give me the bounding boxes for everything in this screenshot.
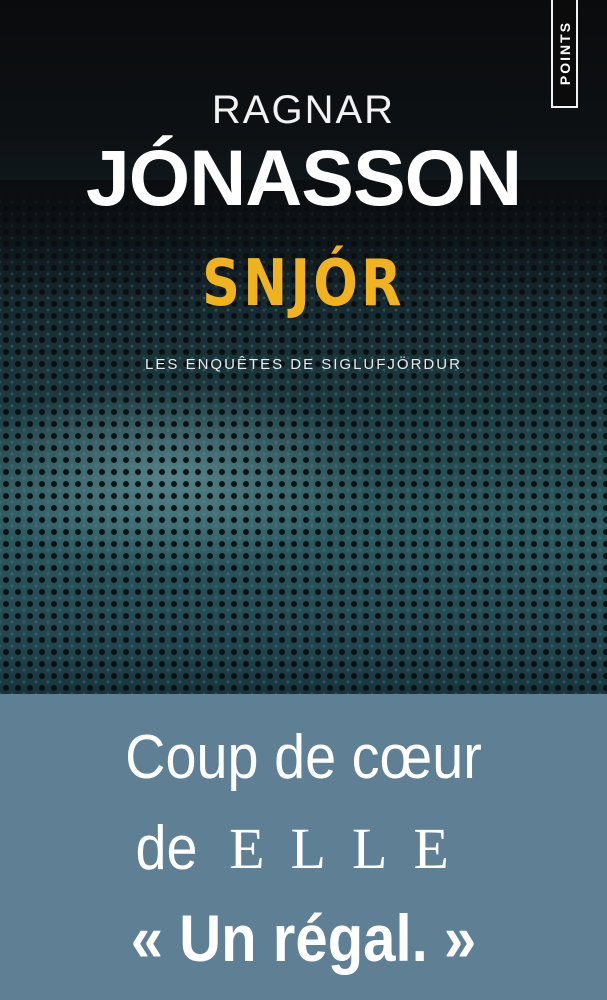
book-title: SNJÓR [202,247,405,321]
promo-line-2: de ELLE [0,818,607,880]
author-first-name: RAGNAR [211,88,396,132]
promo-quote: « Un régal. » [130,901,477,975]
magazine-logo: ELLE [229,816,475,881]
book-cover: POINTS RAGNAR JÓNASSON SNJÓR LES ENQUÊTE… [0,0,607,1000]
promo-line-1: Coup de cœur [125,723,482,792]
promo-prefix: de [135,814,198,883]
author-last-name: JÓNASSON [85,133,522,222]
series-name: LES ENQUÊTES DE SIGLUFJÖRDUR [145,356,462,373]
publisher-name: POINTS [556,20,573,86]
